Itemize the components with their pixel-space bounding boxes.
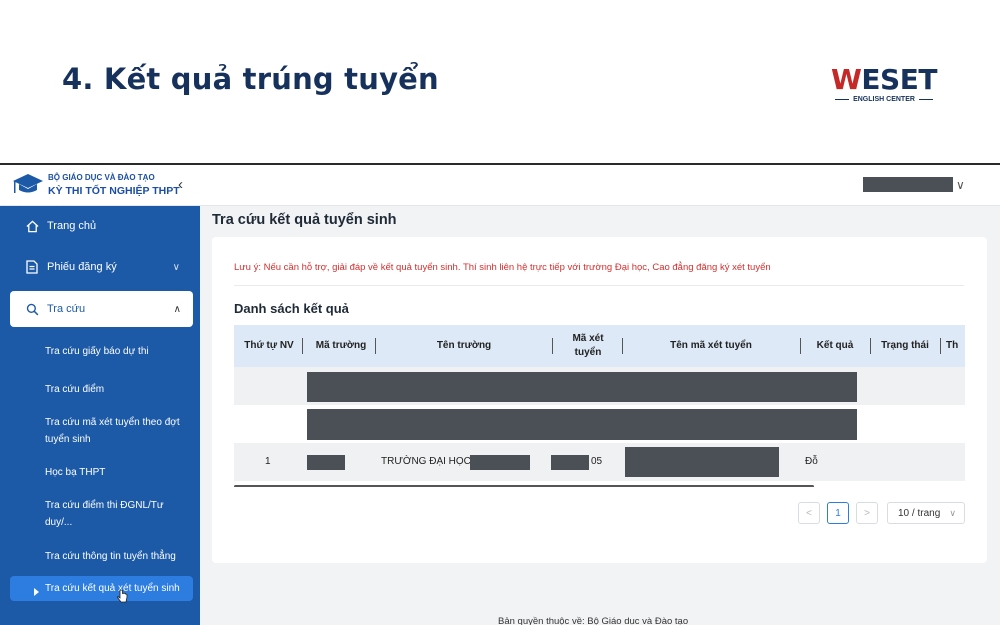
brand-sub-text: ENGLISH CENTER [853,96,915,103]
org-name: BỘ GIÁO DỤC VÀ ĐÀO TẠO [48,173,155,182]
horizontal-scrollbar[interactable] [234,485,814,487]
slide-title: 4. Kết quả trúng tuyển [62,62,439,96]
table-row [234,367,965,405]
user-name-redacted[interactable] [863,177,953,192]
column-header-truncated: Th [946,340,959,351]
sidebar-subitem-scores[interactable]: Tra cứu điểm [45,381,185,398]
redacted-admission-code [551,455,589,470]
cell-order: 1 [265,456,271,467]
copyright-footer: Bản quyền thuộc về: Bộ Giáo dục và Đào t… [498,616,689,625]
column-header-school-code: Mã trường [315,340,367,351]
app-screenshot: BỘ GIÁO DỤC VÀ ĐÀO TẠO KỲ THI TỐT NGHIỆP… [0,163,1000,625]
sidebar-item-lookup[interactable]: Tra cứu ∧ [10,291,193,327]
chevron-up-icon: ∧ [173,303,181,315]
column-header-school-name: Tên trường [436,340,492,351]
sidebar-item-label: Trang chủ [47,220,97,232]
table-row: 1 TRƯỜNG ĐẠI HỌC 05 Đỗ [234,443,965,481]
redacted-row-content [307,409,857,440]
cell-admission-code-suffix: 05 [591,456,603,467]
sidebar-item-label: Phiếu đăng ký [47,261,117,273]
document-icon [26,260,40,274]
sidebar-item-home[interactable]: Trang chủ [0,208,200,244]
results-table: Thứ tự NV Mã trường Tên trường Mã xét tu… [234,325,965,487]
column-header-status: Trạng thái [881,340,929,351]
support-notice: Lưu ý: Nếu cần hỗ trợ, giải đáp về kết q… [234,262,771,273]
mouse-cursor-icon [117,589,128,609]
sidebar-item-registration[interactable]: Phiếu đăng ký ∨ [0,249,200,285]
page-size-select[interactable]: 10 / trang ∨ [887,502,965,524]
divider [234,285,964,286]
results-card: Lưu ý: Nếu cần hỗ trợ, giải đáp về kết q… [212,237,987,563]
cell-school-name: TRƯỜNG ĐẠI HỌC [381,456,471,467]
weset-logo: WESET ENGLISH CENTER [828,66,940,104]
brand-rest: ESET [861,63,937,96]
caret-right-icon [34,588,39,596]
sidebar-item-label: Tra cứu [47,303,86,315]
redacted-school-name [470,455,530,470]
chevron-down-icon: ∨ [949,507,956,518]
page-size-value: 10 / trang [898,507,941,519]
home-icon [26,220,40,233]
table-row [234,405,965,443]
chevron-down-icon: ∨ [172,261,180,273]
pagination-prev-button[interactable]: < [798,502,820,524]
column-header-result: Kết quả [816,340,854,351]
sidebar-subitem-transcript[interactable]: Học bạ THPT [45,464,185,481]
pagination-page-1[interactable]: 1 [827,502,849,524]
graduation-cap-icon [12,171,44,197]
collapse-sidebar-button[interactable]: ‹ [178,176,183,193]
brand-subtitle: ENGLISH CENTER [828,96,940,103]
brand-w: W [831,63,862,96]
sidebar-subitem-label: Tra cứu kết quả xét tuyển sinh [45,583,180,594]
chevron-down-icon[interactable]: ∨ [956,178,965,192]
column-header-admission-code: Mã xét tuyển [572,333,604,358]
sidebar: Trang chủ Phiếu đăng ký ∨ Tra cứu ∧ Tra … [0,206,200,625]
top-bar: BỘ GIÁO DỤC VÀ ĐÀO TẠO KỲ THI TỐT NGHIỆP… [0,165,1000,206]
redacted-school-code [307,455,345,470]
brand-wordmark: WESET [828,66,940,94]
sidebar-subitem-direct-admission[interactable]: Tra cứu thông tin tuyển thẳng [45,548,185,565]
redacted-row-content [307,372,857,402]
sidebar-subitem-exam-notice[interactable]: Tra cứu giấy báo dự thi [45,343,185,360]
search-icon [26,303,40,316]
column-header-order: Thứ tự NV [244,340,294,351]
page-title: Tra cứu kết quả tuyển sinh [212,212,397,228]
table-header: Thứ tự NV Mã trường Tên trường Mã xét tu… [234,325,965,367]
sidebar-subitem-aptitude-scores[interactable]: Tra cứu điểm thi ĐGNL/Tư duy/... [45,497,185,531]
sidebar-subitem-admission-results[interactable]: Tra cứu kết quả xét tuyển sinh [10,576,193,603]
cell-result: Đỗ [805,456,818,467]
sidebar-subitem-admission-codes[interactable]: Tra cứu mã xét tuyển theo đợt tuyển sinh [45,414,185,448]
pagination-next-button[interactable]: > [856,502,878,524]
app-name: KỲ THI TỐT NGHIỆP THPT [48,185,180,197]
results-list-title: Danh sách kết quả [234,301,349,316]
column-header-admission-name: Tên mã xét tuyển [670,340,752,351]
redacted-admission-name [625,447,779,477]
